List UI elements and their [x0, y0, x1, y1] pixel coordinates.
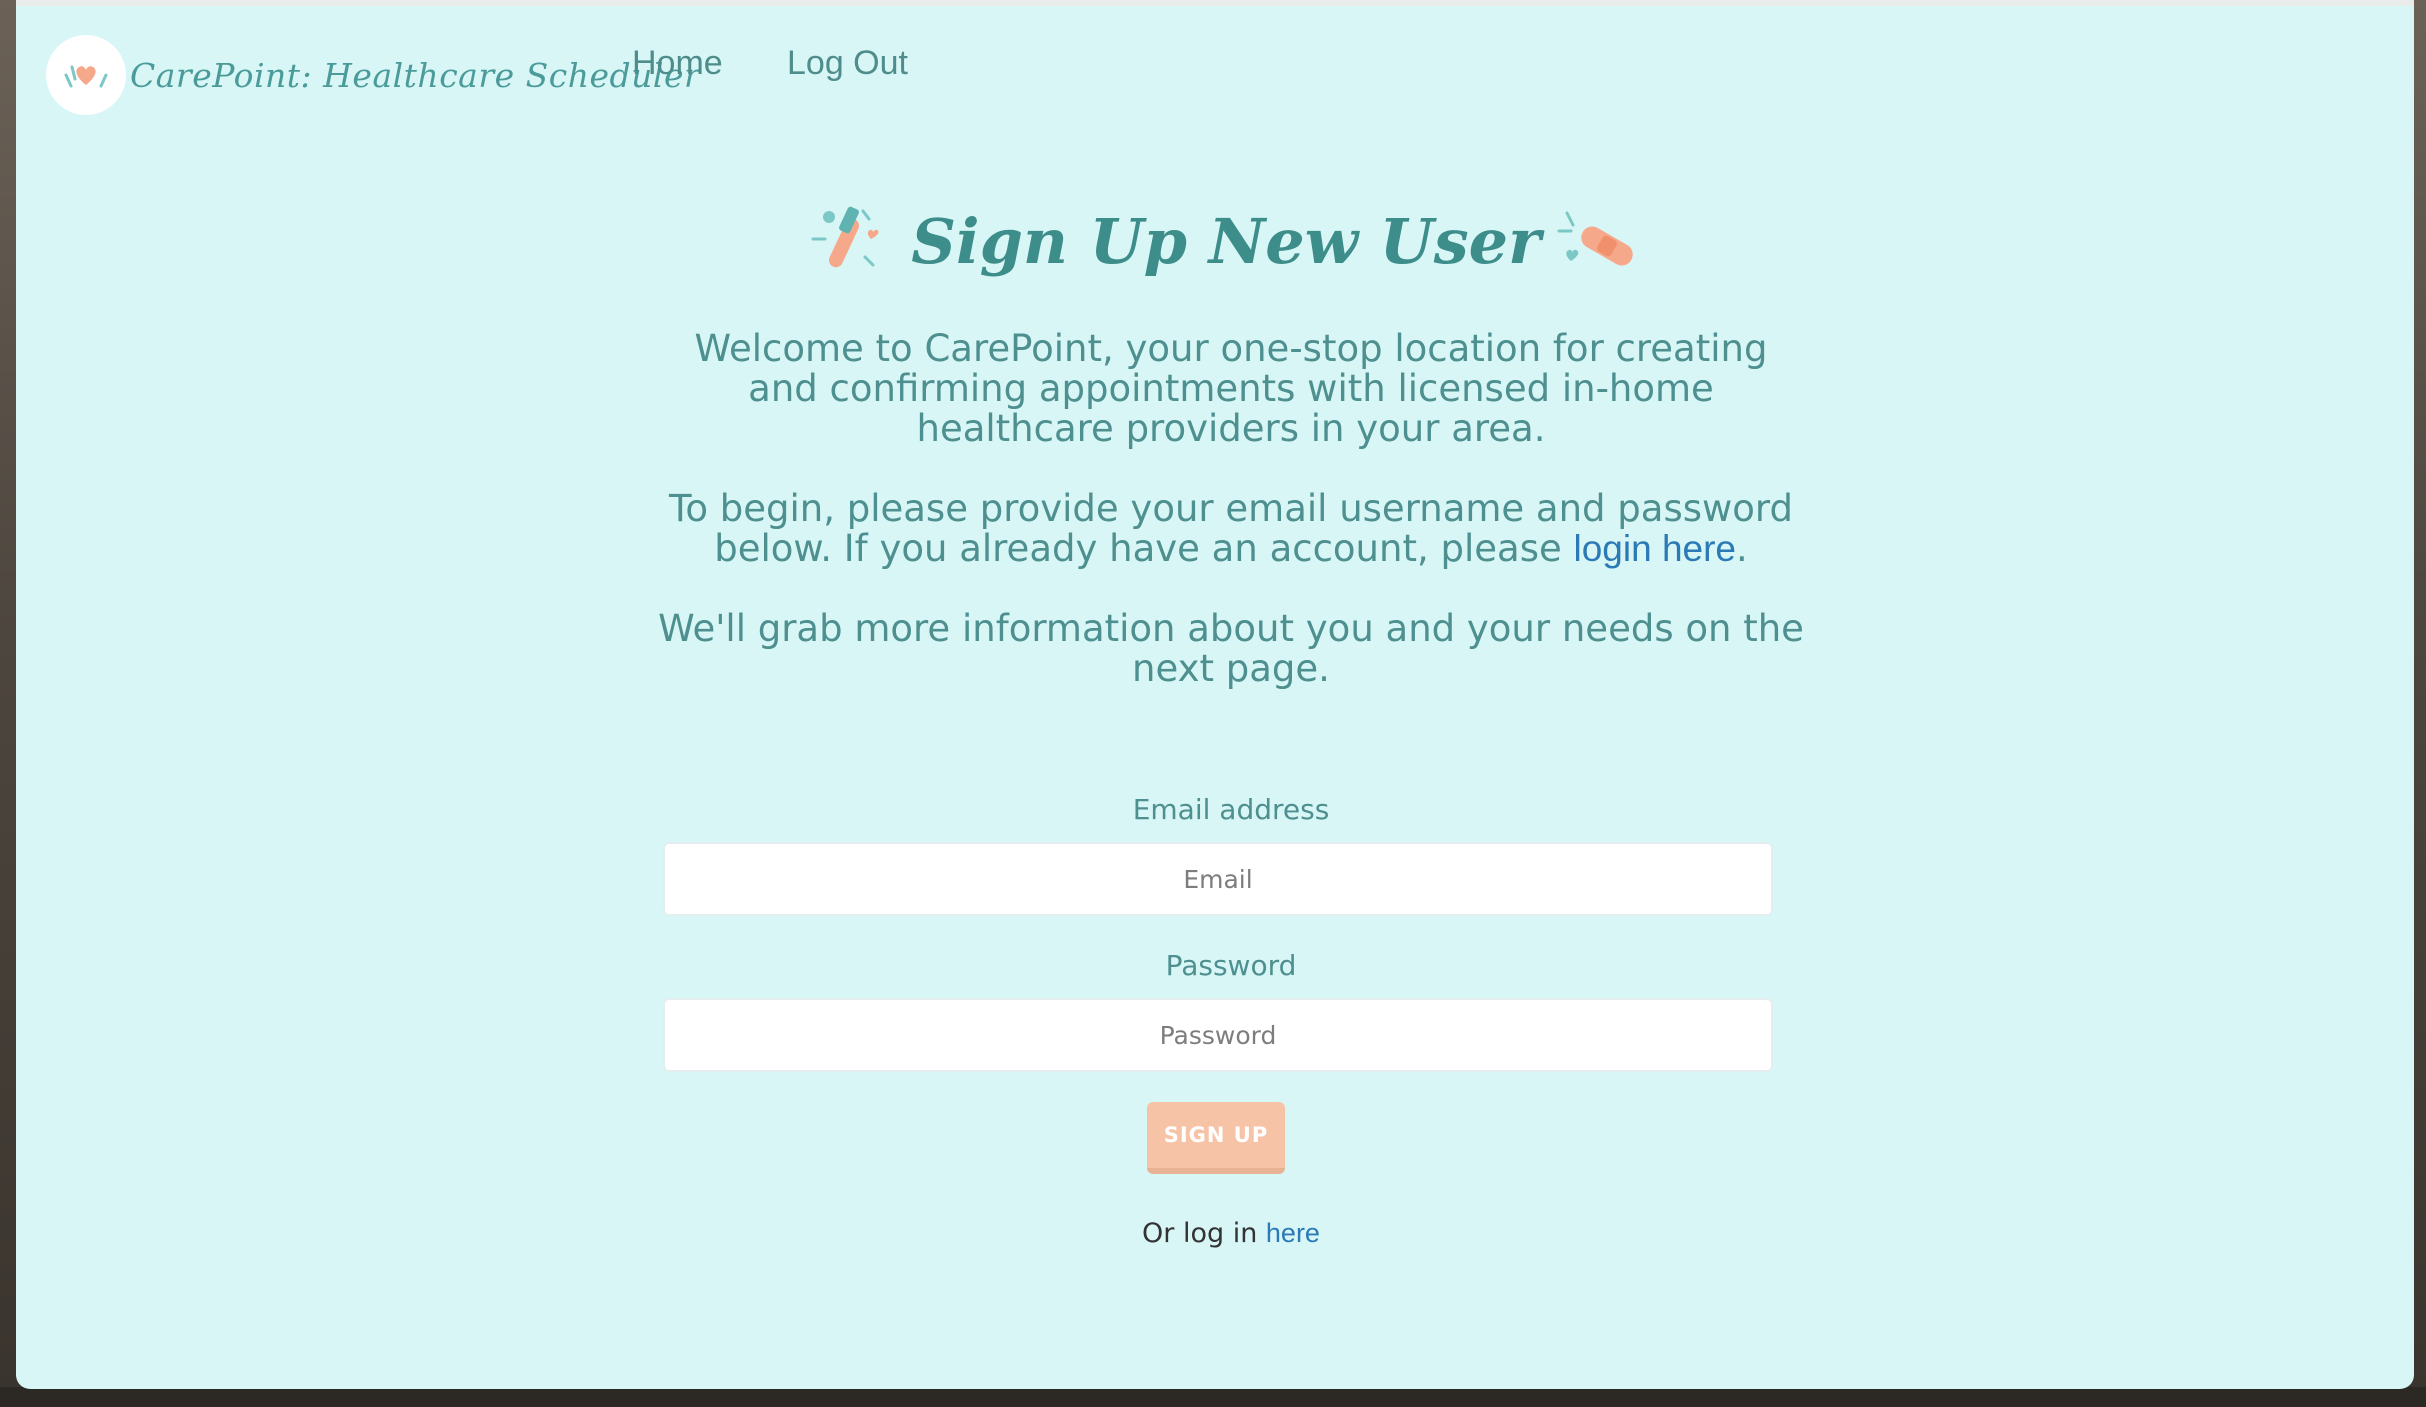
browser-window: CarePoint: Healthcare Scheduler Home Log…: [16, 0, 2414, 1389]
password-label: Password: [1165, 949, 1297, 982]
title-row: Sign Up New User: [811, 186, 1633, 296]
login-prompt: Or log in here: [656, 1218, 1806, 1249]
email-label: Email address: [1132, 793, 1330, 826]
nav-home-link[interactable]: Home: [632, 44, 723, 83]
sign-up-button[interactable]: SIGN UP: [1147, 1102, 1285, 1174]
desktop-background: [0, 1387, 2426, 1407]
brand[interactable]: CarePoint: Healthcare Scheduler: [46, 35, 700, 115]
intro-next-page: We'll grab more information about you an…: [658, 607, 1804, 690]
page-title: Sign Up New User: [911, 204, 1541, 278]
navbar: CarePoint: Healthcare Scheduler Home Log…: [16, 6, 2414, 126]
brand-name: CarePoint: Healthcare Scheduler: [130, 55, 701, 95]
intro-instructions: To begin, please provide your email user…: [656, 489, 1806, 569]
bandage-icon: [1555, 199, 1645, 283]
nav-logout-link[interactable]: Log Out: [787, 44, 908, 83]
login-prompt-text: Or log in: [1142, 1218, 1266, 1249]
syringe-icon: [807, 199, 897, 283]
intro-welcome: Welcome to CarePoint, your one-stop loca…: [694, 327, 1768, 450]
email-input[interactable]: [663, 842, 1773, 916]
password-input[interactable]: [663, 998, 1773, 1072]
intro-instructions-end: .: [1736, 527, 1748, 570]
login-link[interactable]: here: [1266, 1218, 1320, 1248]
heart-logo-icon: [46, 35, 126, 115]
login-here-link[interactable]: login here: [1574, 528, 1737, 569]
